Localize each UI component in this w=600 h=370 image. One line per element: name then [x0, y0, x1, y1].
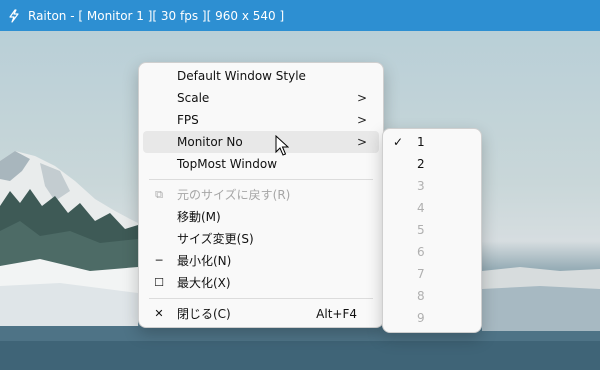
restore-icon: ⧉	[155, 188, 163, 201]
minimize-icon: ─	[155, 254, 163, 267]
monitor-option-label: 7	[417, 267, 425, 281]
menu-separator	[149, 179, 373, 180]
menu-item-label: Scale	[177, 91, 210, 105]
monitor-option-9: 9	[387, 307, 477, 329]
menu-item-monitor-no[interactable]: Monitor No >	[143, 131, 379, 153]
monitor-submenu: ✓ 1 2 3 4 5 6 7 8 9	[382, 128, 482, 333]
menu-item-close[interactable]: ✕ 閉じる(C) Alt+F4	[143, 303, 379, 325]
menu-item-default-window-style[interactable]: Default Window Style	[143, 65, 379, 87]
mouse-cursor-icon	[275, 135, 289, 156]
window-title: Raiton - [ Monitor 1 ][ 30 fps ][ 960 x …	[28, 8, 285, 23]
menu-item-maximize[interactable]: ☐ 最大化(X)	[143, 272, 379, 294]
monitor-option-6: 6	[387, 241, 477, 263]
menu-item-label: 最小化(N)	[177, 254, 232, 268]
monitor-option-label: 5	[417, 223, 425, 237]
monitor-option-5: 5	[387, 219, 477, 241]
monitor-option-label: 1	[417, 135, 425, 149]
monitor-option-1[interactable]: ✓ 1	[387, 131, 477, 153]
menu-item-scale[interactable]: Scale >	[143, 87, 379, 109]
menu-item-label: Monitor No	[177, 135, 243, 149]
menu-item-label: 元のサイズに戻す(R)	[177, 188, 291, 202]
lightning-icon	[0, 0, 28, 31]
monitor-option-label: 4	[417, 201, 425, 215]
menu-item-label: サイズ変更(S)	[177, 232, 254, 246]
monitor-option-label: 3	[417, 179, 425, 193]
menu-item-label: Default Window Style	[177, 69, 306, 83]
monitor-option-2[interactable]: 2	[387, 153, 477, 175]
context-menu: Default Window Style Scale > FPS > Monit…	[138, 62, 384, 328]
monitor-option-label: 9	[417, 311, 425, 325]
chevron-right-icon: >	[356, 113, 367, 127]
menu-item-topmost-window[interactable]: TopMost Window	[143, 153, 379, 175]
menu-item-label: 移動(M)	[177, 210, 221, 224]
monitor-option-label: 6	[417, 245, 425, 259]
monitor-option-label: 8	[417, 289, 425, 303]
menu-item-restore: ⧉ 元のサイズに戻す(R)	[143, 184, 379, 206]
monitor-option-8: 8	[387, 285, 477, 307]
menu-item-fps[interactable]: FPS >	[143, 109, 379, 131]
menu-item-resize[interactable]: サイズ変更(S)	[143, 228, 379, 250]
monitor-option-7: 7	[387, 263, 477, 285]
monitor-option-label: 2	[417, 157, 425, 171]
monitor-option-4: 4	[387, 197, 477, 219]
menu-item-minimize[interactable]: ─ 最小化(N)	[143, 250, 379, 272]
chevron-right-icon: >	[356, 135, 367, 149]
shortcut-label: Alt+F4	[316, 307, 357, 321]
menu-item-move[interactable]: 移動(M)	[143, 206, 379, 228]
maximize-icon: ☐	[154, 276, 164, 289]
title-bar: Raiton - [ Monitor 1 ][ 30 fps ][ 960 x …	[0, 0, 600, 31]
menu-separator	[149, 298, 373, 299]
monitor-option-3: 3	[387, 175, 477, 197]
chevron-right-icon: >	[356, 91, 367, 105]
menu-item-label: FPS	[177, 113, 199, 127]
close-icon: ✕	[154, 307, 164, 320]
menu-item-label: 最大化(X)	[177, 276, 231, 290]
checkmark-icon: ✓	[393, 135, 404, 149]
menu-item-label: 閉じる(C)	[177, 307, 231, 321]
menu-item-label: TopMost Window	[177, 157, 278, 171]
